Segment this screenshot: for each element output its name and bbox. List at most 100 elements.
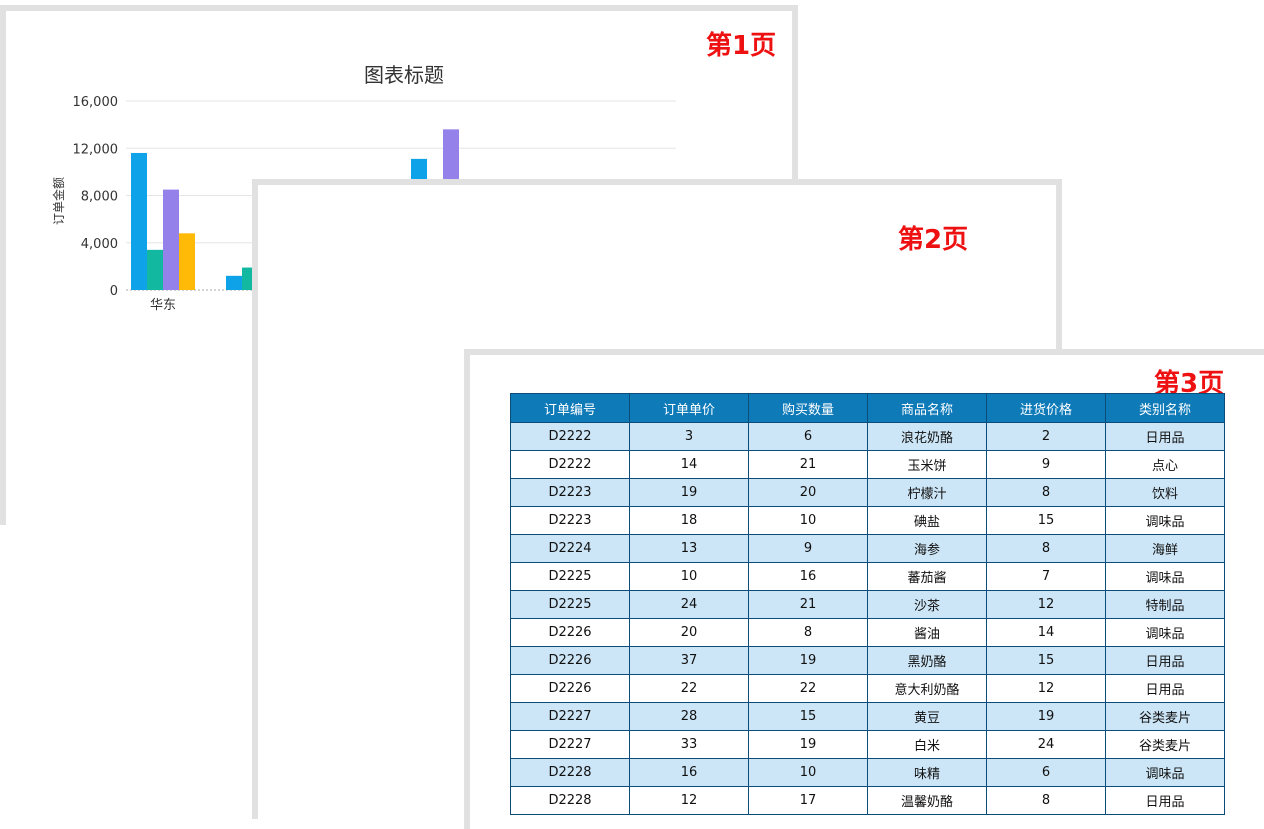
x-axis-ticks: 华东东 bbox=[150, 298, 265, 313]
y-tick-label: 4,000 bbox=[81, 237, 118, 252]
table-cell: 柠檬汁 bbox=[867, 478, 987, 507]
table-cell: 8 bbox=[986, 786, 1106, 815]
table-cell: 24 bbox=[629, 590, 749, 619]
table-cell: 3 bbox=[629, 422, 749, 451]
table-cell: 10 bbox=[748, 758, 868, 787]
table-cell: 6 bbox=[986, 758, 1106, 787]
table-row: D2225 10 16 蕃茄酱 7 调味品 bbox=[510, 562, 1225, 591]
chart-title: 图表标题 bbox=[364, 63, 444, 87]
table-cell: 黑奶酪 bbox=[867, 646, 987, 675]
y-tick-label: 16,000 bbox=[73, 95, 119, 110]
table-cell: D2223 bbox=[510, 478, 630, 507]
table-cell: D2228 bbox=[510, 786, 630, 815]
table-cell: 22 bbox=[748, 674, 868, 703]
bar bbox=[131, 152, 147, 290]
table-cell: 14 bbox=[986, 618, 1106, 647]
table-cell: 玉米饼 bbox=[867, 450, 987, 479]
x-tick-label: 华东 bbox=[150, 298, 176, 313]
table-cell: D2226 bbox=[510, 646, 630, 675]
bar bbox=[163, 189, 179, 290]
y-tick-label: 8,000 bbox=[81, 190, 118, 205]
bar bbox=[179, 233, 195, 290]
header-quantity: 购买数量 bbox=[748, 393, 868, 423]
header-category: 类别名称 bbox=[1105, 393, 1225, 423]
table-cell: D2226 bbox=[510, 618, 630, 647]
page-1-label: 第1页 bbox=[706, 31, 777, 61]
table-cell: 10 bbox=[629, 562, 749, 591]
table-cell: 酱油 bbox=[867, 618, 987, 647]
table-cell: 20 bbox=[748, 478, 868, 507]
table-cell: 19 bbox=[986, 702, 1106, 731]
table-cell: 28 bbox=[629, 702, 749, 731]
table-cell: 37 bbox=[629, 646, 749, 675]
table-cell: 9 bbox=[986, 450, 1106, 479]
table-cell: 21 bbox=[748, 450, 868, 479]
table-cell: D2223 bbox=[510, 506, 630, 535]
table-cell: 海鲜 bbox=[1105, 534, 1225, 563]
order-table: 订单编号 订单单价 购买数量 商品名称 进货价格 类别名称 D2222 3 6 浪花奶… bbox=[510, 393, 1225, 815]
table-cell: 谷类麦片 bbox=[1105, 702, 1225, 731]
table-cell: 点心 bbox=[1105, 450, 1225, 479]
table-cell: D2222 bbox=[510, 422, 630, 451]
table-cell: 14 bbox=[629, 450, 749, 479]
table-cell: 沙茶 bbox=[867, 590, 987, 619]
header-order-id: 订单编号 bbox=[510, 393, 630, 423]
table-row: D2223 19 20 柠檬汁 8 饮料 bbox=[510, 478, 1225, 507]
table-cell: 海参 bbox=[867, 534, 987, 563]
table-cell: D2226 bbox=[510, 674, 630, 703]
table-cell: 谷类麦片 bbox=[1105, 730, 1225, 759]
table-cell: 12 bbox=[986, 590, 1106, 619]
table-body: D2222 3 6 浪花奶酪 2 日用品 D2222 14 21 玉米饼 9 点心 D2223 19 20 柠… bbox=[510, 422, 1225, 815]
table-cell: 6 bbox=[748, 422, 868, 451]
table-cell: 19 bbox=[629, 478, 749, 507]
page-3: 第3页 订单编号 订单单价 购买数量 商品名称 进货价格 类别名称 D2222 3… bbox=[464, 349, 1264, 829]
table-row: D2225 24 21 沙茶 12 特制品 bbox=[510, 590, 1225, 619]
bar bbox=[147, 249, 163, 290]
table-cell: 15 bbox=[986, 506, 1106, 535]
table-cell: 8 bbox=[986, 478, 1106, 507]
table-cell: 意大利奶酪 bbox=[867, 674, 987, 703]
table-cell: 调味品 bbox=[1105, 618, 1225, 647]
table-header-row: 订单编号 订单单价 购买数量 商品名称 进货价格 类别名称 bbox=[510, 393, 1225, 423]
table-cell: 16 bbox=[748, 562, 868, 591]
table-cell: 9 bbox=[748, 534, 868, 563]
table-row: D2226 20 8 酱油 14 调味品 bbox=[510, 618, 1225, 647]
table-cell: D2225 bbox=[510, 590, 630, 619]
table-cell: 特制品 bbox=[1105, 590, 1225, 619]
table-row: D2222 3 6 浪花奶酪 2 日用品 bbox=[510, 422, 1225, 451]
table-cell: D2228 bbox=[510, 758, 630, 787]
table-cell: 21 bbox=[748, 590, 868, 619]
bar bbox=[226, 275, 242, 290]
table-row: D2228 12 17 温馨奶酪 8 日用品 bbox=[510, 786, 1225, 815]
table-cell: D2224 bbox=[510, 534, 630, 563]
table-cell: 调味品 bbox=[1105, 562, 1225, 591]
table-cell: 15 bbox=[748, 702, 868, 731]
table-cell: 19 bbox=[748, 730, 868, 759]
page-2-label: 第2页 bbox=[898, 225, 969, 255]
table-row: D2226 22 22 意大利奶酪 12 日用品 bbox=[510, 674, 1225, 703]
table-row: D2227 33 19 白米 24 谷类麦片 bbox=[510, 730, 1225, 759]
y-axis-ticks: 0 4,000 8,000 12,000 16,000 bbox=[73, 95, 119, 299]
table-row: D2224 13 9 海参 8 海鲜 bbox=[510, 534, 1225, 563]
table-cell: 12 bbox=[986, 674, 1106, 703]
table-cell: 温馨奶酪 bbox=[867, 786, 987, 815]
table-cell: 13 bbox=[629, 534, 749, 563]
header-purchase-price: 进货价格 bbox=[986, 393, 1106, 423]
table-cell: 16 bbox=[629, 758, 749, 787]
table-cell: 8 bbox=[748, 618, 868, 647]
table-row: D2223 18 10 碘盐 15 调味品 bbox=[510, 506, 1225, 535]
table-cell: 22 bbox=[629, 674, 749, 703]
y-tick-label: 0 bbox=[110, 284, 118, 299]
header-unit-price: 订单单价 bbox=[629, 393, 749, 423]
table-cell: 日用品 bbox=[1105, 786, 1225, 815]
table-row: D2222 14 21 玉米饼 9 点心 bbox=[510, 450, 1225, 479]
y-axis-label: 订单金额 bbox=[51, 177, 66, 225]
table-cell: 味精 bbox=[867, 758, 987, 787]
table-cell: 2 bbox=[986, 422, 1106, 451]
table-cell: 17 bbox=[748, 786, 868, 815]
table-cell: 10 bbox=[748, 506, 868, 535]
table-cell: 碘盐 bbox=[867, 506, 987, 535]
table-cell: 日用品 bbox=[1105, 646, 1225, 675]
table-cell: 7 bbox=[986, 562, 1106, 591]
table-cell: D2227 bbox=[510, 702, 630, 731]
